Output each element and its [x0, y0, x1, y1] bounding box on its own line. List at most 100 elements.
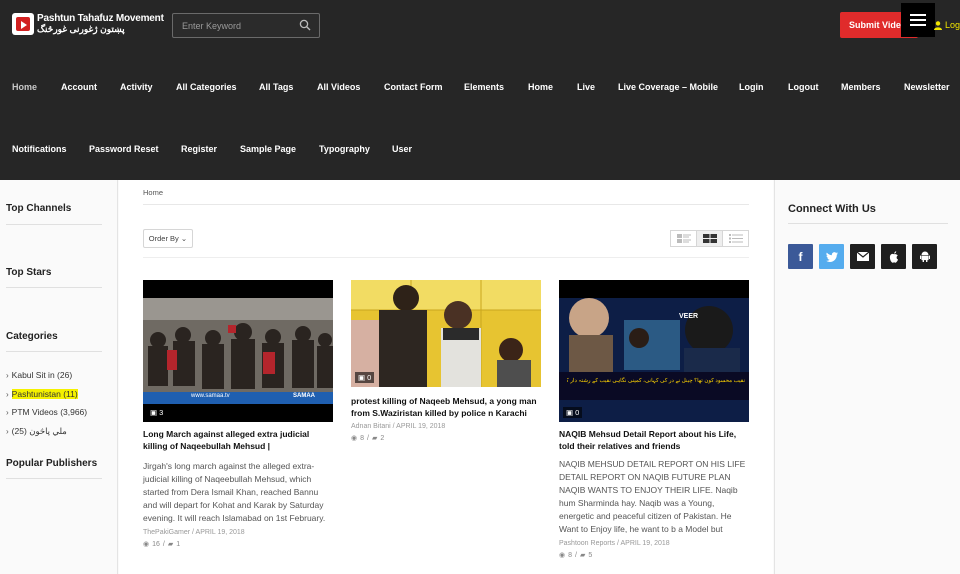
- main-nav-row-2: Notifications Password Reset Register Sa…: [0, 144, 960, 158]
- nav-contact-form[interactable]: Contact Form: [384, 82, 443, 92]
- video-title[interactable]: Long March against alleged extra judicia…: [143, 429, 333, 452]
- top-channels-heading: Top Channels: [6, 203, 72, 214]
- nav-newsletter[interactable]: Newsletter: [904, 82, 950, 92]
- view-count: 8: [568, 551, 573, 559]
- search-box: [172, 13, 320, 38]
- hamburger-menu-icon[interactable]: [901, 3, 935, 37]
- apple-icon[interactable]: [881, 244, 906, 269]
- main-content: Home Order By ⌄ www.samaa.tv SAMAA ▣ 3 L…: [119, 180, 773, 574]
- nav-members[interactable]: Members: [841, 82, 881, 92]
- popular-publishers-heading: Popular Publishers: [6, 458, 98, 469]
- video-title[interactable]: NAQIB Mehsud Detail Report about his Lif…: [559, 429, 749, 452]
- nav-register[interactable]: Register: [181, 144, 217, 154]
- android-icon[interactable]: [912, 244, 937, 269]
- video-card: www.samaa.tv SAMAA ▣ 3 Long March against…: [143, 280, 333, 548]
- video-meta: Adnan Bitani / APRIL 19, 2018: [351, 423, 446, 430]
- nav-sample-page[interactable]: Sample Page: [240, 144, 296, 154]
- nav-live-coverage-mobile[interactable]: Live Coverage – Mobile: [618, 82, 718, 92]
- email-icon[interactable]: [850, 244, 875, 269]
- video-stats: ◉ 16 / ▰ 1: [143, 540, 181, 549]
- video-thumbnail[interactable]: www.samaa.tv SAMAA ▣ 3: [143, 280, 333, 422]
- chevron-right-icon: ›: [6, 390, 9, 399]
- category-item[interactable]: › Kabul Sit in (26): [6, 370, 72, 380]
- category-item[interactable]: › Pashtunistan (11): [6, 389, 78, 399]
- breadcrumb[interactable]: Home: [143, 188, 163, 197]
- video-thumbnail[interactable]: ▣ 0: [351, 280, 541, 387]
- categories-heading: Categories: [6, 331, 58, 342]
- divider: [6, 351, 102, 352]
- logo-name-en: Pashtun Tahafuz Movement: [37, 13, 164, 24]
- video-excerpt: NAQIB MEHSUD DETAIL REPORT ON HIS LIFE D…: [559, 459, 746, 534]
- camera-icon: ▣: [566, 408, 574, 417]
- search-icon[interactable]: [299, 19, 311, 31]
- post-date: APRIL 19, 2018: [396, 423, 446, 430]
- category-item[interactable]: › PTM Videos (3,966): [6, 407, 87, 417]
- video-excerpt: Jirgah's long march against the alleged …: [143, 461, 326, 523]
- nav-typography[interactable]: Typography: [319, 144, 370, 154]
- video-title[interactable]: protest killing of Naqeeb Mehsud, a yong…: [351, 396, 541, 419]
- nav-all-tags[interactable]: All Tags: [259, 82, 293, 92]
- author-link[interactable]: Pashtoon Reports: [559, 540, 615, 547]
- divider: [6, 287, 102, 288]
- connect-heading: Connect With Us: [788, 203, 876, 215]
- video-stats: ◉ 8 / ▰ 2: [351, 434, 385, 443]
- view-count: 16: [152, 540, 160, 548]
- comment-count: 5: [588, 551, 593, 559]
- photo-count-badge: ▣ 3: [147, 407, 167, 418]
- order-by-dropdown[interactable]: Order By ⌄: [143, 229, 193, 248]
- video-thumbnail[interactable]: VEER نقیب محسود کون تھا؟ چینل نے در کی ک…: [559, 280, 749, 422]
- category-item[interactable]: › ملي پاڅون (25): [6, 426, 67, 437]
- video-card: ▣ 0 protest killing of Naqeeb Mehsud, a y…: [351, 280, 541, 442]
- camera-icon: ▣: [358, 373, 366, 382]
- view-count: 8: [360, 434, 365, 442]
- channel-logo: SAMAA: [293, 393, 315, 399]
- photo-count-badge: ▣ 0: [563, 407, 583, 418]
- nav-all-categories[interactable]: All Categories: [176, 82, 237, 92]
- video-meta: Pashtoon Reports / APRIL 19, 2018: [559, 540, 670, 547]
- divider: [6, 224, 102, 225]
- thumb-label: VEER: [679, 313, 699, 320]
- nav-user[interactable]: User: [392, 144, 412, 154]
- chevron-right-icon: ›: [6, 371, 9, 380]
- twitter-icon[interactable]: [819, 244, 844, 269]
- nav-logout[interactable]: Logout: [788, 82, 819, 92]
- main-nav-row-1: Home Account Activity All Categories All…: [0, 82, 960, 96]
- divider: [6, 478, 102, 479]
- view-toggle: [670, 230, 749, 247]
- nav-elements[interactable]: Elements: [464, 82, 504, 92]
- nav-login[interactable]: Login: [739, 82, 764, 92]
- comment-icon: ▰: [579, 552, 586, 559]
- thumb-urdu-caption: نقیب محسود کون تھا؟ چینل نے در کی کہانی،…: [567, 378, 745, 384]
- login-label: Login: [945, 20, 960, 30]
- site-logo[interactable]: Pashtun Tahafuz Movement پښتون ژغورنی غو…: [12, 13, 164, 35]
- nav-password-reset[interactable]: Password Reset: [89, 144, 159, 154]
- comment-count: 1: [176, 540, 181, 548]
- nav-all-videos[interactable]: All Videos: [317, 82, 360, 92]
- login-link[interactable]: Login: [934, 20, 960, 30]
- logo-name-ur: پښتون ژغورنی غورځنگ: [37, 24, 125, 34]
- list-view-icon[interactable]: [671, 231, 697, 246]
- grid-view-icon[interactable]: [697, 231, 723, 246]
- divider: [788, 223, 948, 224]
- nav-account[interactable]: Account: [61, 82, 97, 92]
- divider: [143, 257, 749, 258]
- nav-live[interactable]: Live: [577, 82, 595, 92]
- author-link[interactable]: ThePakiGamer: [143, 529, 190, 536]
- comment-icon: ▰: [371, 435, 378, 442]
- nav-notifications[interactable]: Notifications: [12, 144, 67, 154]
- search-input[interactable]: [173, 14, 293, 37]
- video-card: VEER نقیب محسود کون تھا؟ چینل نے در کی ک…: [559, 280, 749, 559]
- left-sidebar: Top Channels Top Stars Categories › Kabul…: [0, 180, 118, 574]
- report-thumbnail-image: [559, 280, 749, 422]
- post-date: APRIL 19, 2018: [195, 529, 245, 536]
- nav-activity[interactable]: Activity: [120, 82, 153, 92]
- compact-list-view-icon[interactable]: [723, 231, 748, 246]
- thumb-caption: www.samaa.tv: [191, 393, 230, 399]
- nav-home-2[interactable]: Home: [528, 82, 553, 92]
- author-link[interactable]: Adnan Bitani: [351, 423, 391, 430]
- photo-count-badge: ▣ 0: [355, 372, 375, 383]
- nav-home[interactable]: Home: [12, 82, 37, 92]
- play-logo-icon: [12, 13, 34, 35]
- facebook-icon[interactable]: f: [788, 244, 813, 269]
- video-stats: ◉ 8 / ▰ 5: [559, 551, 593, 560]
